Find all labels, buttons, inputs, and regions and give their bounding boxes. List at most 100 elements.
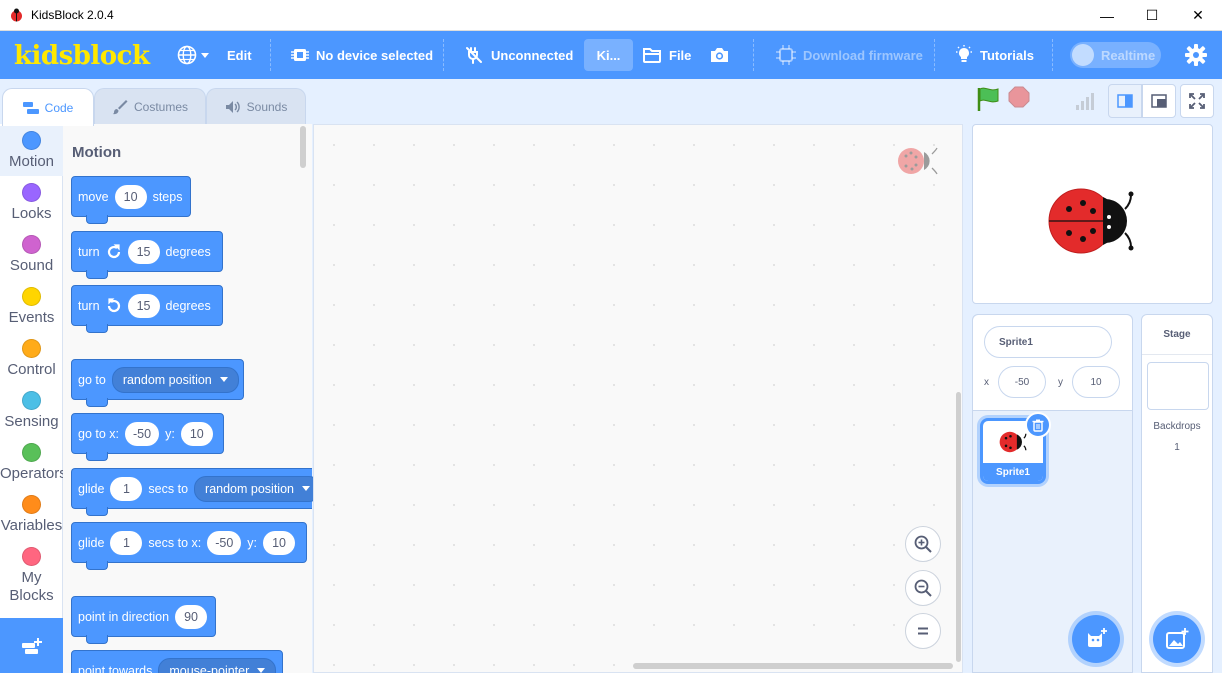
- glide-target-dropdown[interactable]: random position: [194, 475, 321, 502]
- settings-button[interactable]: [1185, 31, 1214, 79]
- tutorials-button[interactable]: Tutorials: [955, 31, 1034, 79]
- file-menu[interactable]: File: [642, 31, 691, 79]
- degrees-input[interactable]: 15: [127, 239, 160, 264]
- block-text: turn: [78, 244, 100, 259]
- small-stage-button[interactable]: [1108, 84, 1142, 118]
- zoom-in-button[interactable]: [905, 526, 941, 562]
- category-variables[interactable]: Variables: [0, 490, 63, 540]
- large-stage-button[interactable]: [1142, 84, 1176, 118]
- tab-sounds[interactable]: Sounds: [206, 88, 306, 125]
- block-point-in-direction[interactable]: point in direction 90: [71, 596, 216, 644]
- stage-thumbnail[interactable]: [1147, 362, 1209, 410]
- brush-icon: [112, 100, 128, 115]
- y-input[interactable]: 10: [180, 421, 213, 446]
- category-operators[interactable]: Operators: [0, 438, 63, 488]
- menu-separator: [443, 39, 444, 71]
- green-flag-icon[interactable]: [976, 86, 1000, 112]
- app-logo[interactable]: kidsblock: [14, 41, 150, 71]
- category-dot: [22, 443, 41, 462]
- category-label: Variables: [0, 517, 63, 534]
- y-input[interactable]: 10: [263, 530, 296, 555]
- chevron-down-icon: [219, 377, 228, 382]
- sprite-y-value: 10: [1090, 376, 1102, 388]
- sprite-x-input[interactable]: -50: [998, 366, 1046, 398]
- category-sensing[interactable]: Sensing: [0, 386, 63, 436]
- category-control[interactable]: Control: [0, 334, 63, 384]
- x-input[interactable]: -50: [207, 530, 242, 555]
- camera-icon: [711, 48, 728, 62]
- x-input[interactable]: -50: [125, 421, 160, 446]
- fullscreen-button[interactable]: [1180, 84, 1214, 118]
- kit-button[interactable]: Ki...: [584, 39, 633, 71]
- block-turn-left[interactable]: turn 15 degrees: [71, 285, 223, 333]
- zoom-in-icon: [914, 535, 932, 553]
- ladybug-sprite[interactable]: [1047, 187, 1141, 255]
- category-label: Sound: [9, 257, 54, 274]
- category-looks[interactable]: Looks: [0, 178, 63, 228]
- connection-button[interactable]: Unconnected: [464, 31, 573, 79]
- close-window-button[interactable]: ✕: [1175, 0, 1221, 31]
- block-text: point in direction: [78, 609, 170, 624]
- degrees-input[interactable]: 15: [127, 293, 160, 318]
- fullscreen-icon: [1189, 93, 1205, 109]
- steps-input[interactable]: 10: [114, 184, 147, 209]
- add-extension-button[interactable]: [0, 618, 63, 673]
- block-go-to[interactable]: go to random position: [71, 359, 244, 407]
- block-glide-to[interactable]: glide 1 secs to random position: [71, 468, 321, 516]
- go-to-target-dropdown[interactable]: random position: [111, 366, 239, 393]
- block-point-towards[interactable]: point towards mouse-pointer: [71, 650, 283, 673]
- block-move-steps[interactable]: move 10 steps: [71, 176, 191, 224]
- category-events[interactable]: Events: [0, 282, 63, 332]
- category-dot: [22, 495, 41, 514]
- minimize-button[interactable]: —: [1084, 0, 1130, 31]
- category-motion[interactable]: Motion: [0, 126, 63, 176]
- dropdown-value: random position: [205, 481, 294, 496]
- edit-menu[interactable]: Edit: [227, 31, 252, 79]
- language-menu[interactable]: [177, 31, 209, 79]
- add-extension-icon: [21, 637, 42, 654]
- code-workspace[interactable]: [313, 124, 963, 673]
- block-text: degrees: [165, 298, 211, 313]
- x-label: x: [984, 377, 989, 388]
- secs-input[interactable]: 1: [110, 530, 143, 555]
- folder-icon: [643, 48, 661, 63]
- maximize-button[interactable]: ☐: [1129, 0, 1175, 31]
- block-text: point towards: [78, 663, 153, 673]
- block-turn-right[interactable]: turn 15 degrees: [71, 231, 223, 279]
- globe-icon: [177, 45, 197, 65]
- workspace-horizontal-scrollbar[interactable]: [633, 663, 953, 669]
- category-sound[interactable]: Sound: [0, 230, 63, 280]
- zoom-reset-button[interactable]: [905, 613, 941, 649]
- choose-sprite-button[interactable]: [1072, 615, 1120, 663]
- realtime-toggle[interactable]: Realtime: [1070, 42, 1161, 68]
- gear-icon: [1185, 44, 1207, 66]
- delete-sprite-button[interactable]: [1025, 412, 1051, 438]
- block-text: go to x:: [78, 426, 119, 441]
- stage-canvas[interactable]: [972, 124, 1213, 304]
- download-firmware-button[interactable]: Download firmware: [776, 31, 923, 79]
- zoom-out-button[interactable]: [905, 570, 941, 606]
- block-go-to-xy[interactable]: go to x: -50 y: 10: [71, 413, 224, 461]
- block-glide-to-xy[interactable]: glide 1 secs to x: -50 y: 10: [71, 522, 307, 570]
- menu-separator: [1052, 39, 1053, 71]
- point-towards-dropdown[interactable]: mouse-pointer: [158, 657, 277, 673]
- direction-input[interactable]: 90: [175, 604, 208, 629]
- palette-scrollbar[interactable]: [300, 126, 306, 168]
- speaker-icon: [225, 101, 240, 113]
- window-title: KidsBlock 2.0.4: [31, 8, 114, 22]
- sprite-name-input[interactable]: Sprite1: [984, 326, 1112, 358]
- workspace-vertical-scrollbar[interactable]: [956, 392, 961, 662]
- tab-costumes[interactable]: Costumes: [94, 88, 206, 125]
- stop-icon[interactable]: [1008, 86, 1030, 108]
- rotate-right-icon: [107, 243, 120, 258]
- sprite-y-input[interactable]: 10: [1072, 366, 1120, 398]
- menu-bar: kidsblock Edit No device selected Unconn…: [0, 31, 1222, 79]
- choose-backdrop-button[interactable]: [1153, 615, 1201, 663]
- category-my-blocks[interactable]: My Blocks: [0, 542, 63, 612]
- screenshot-button[interactable]: [709, 31, 737, 79]
- device-selector[interactable]: No device selected: [291, 31, 433, 79]
- secs-input[interactable]: 1: [110, 476, 143, 501]
- ladybug-thumbnail-icon: [999, 431, 1027, 453]
- tab-code[interactable]: Code: [2, 88, 94, 126]
- category-dot: [22, 339, 41, 358]
